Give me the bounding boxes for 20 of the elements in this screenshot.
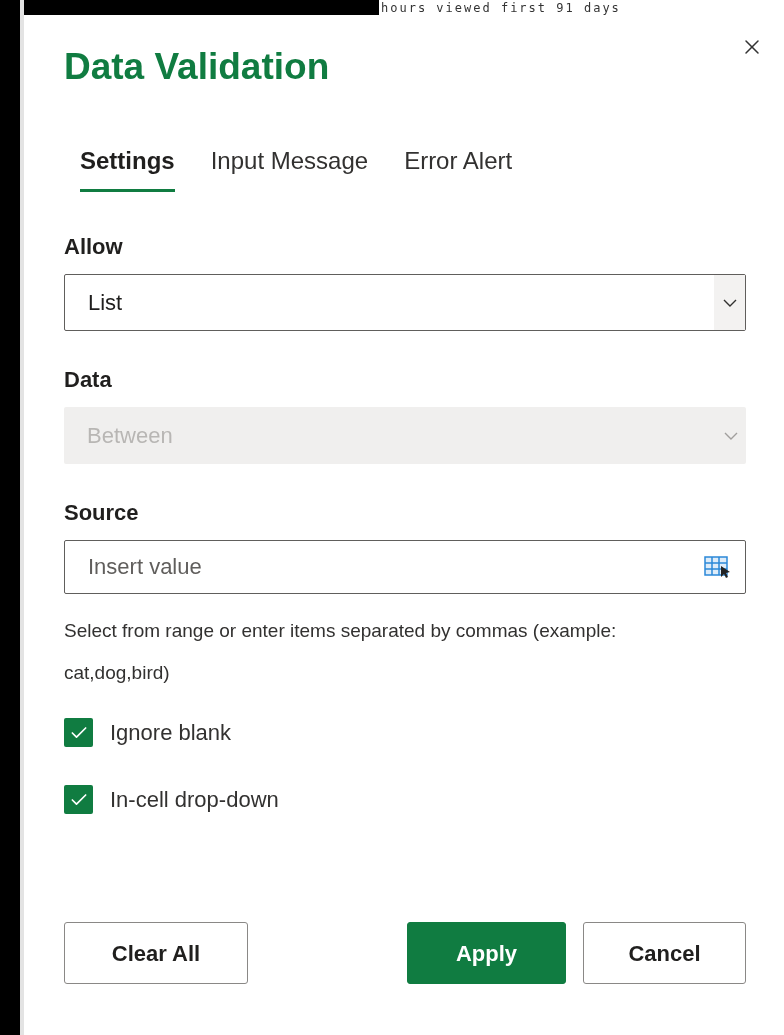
source-input-field[interactable]: Insert value	[64, 540, 746, 594]
background-cell-text: hours viewed first 91 days	[381, 0, 621, 15]
chevron-down-icon	[722, 298, 737, 307]
field-label: Data	[64, 367, 113, 393]
chevron-down-icon	[723, 431, 738, 440]
field-label: Source	[64, 500, 140, 526]
tab[interactable]: Input Message	[210, 147, 369, 192]
checkbox[interactable]	[64, 785, 93, 814]
help-text: Select from range or enter items separated by commas (example: cat,dog,bird)	[64, 619, 618, 685]
dialog-button[interactable]: Cancel	[583, 922, 746, 984]
tab[interactable]: Settings	[80, 147, 175, 192]
dialog-button[interactable]: Clear All	[64, 922, 248, 984]
dialog-title: Data Validation	[64, 45, 331, 89]
dialog-button[interactable]: Apply	[407, 922, 566, 984]
checkbox[interactable]	[64, 718, 93, 747]
tab[interactable]: Error Alert	[404, 147, 513, 192]
field-label: Allow	[64, 234, 124, 260]
checkbox-label: Ignore blank	[110, 719, 232, 747]
dropdown-field[interactable]: List	[64, 274, 746, 331]
checkbox-label: In-cell drop-down	[110, 786, 279, 814]
